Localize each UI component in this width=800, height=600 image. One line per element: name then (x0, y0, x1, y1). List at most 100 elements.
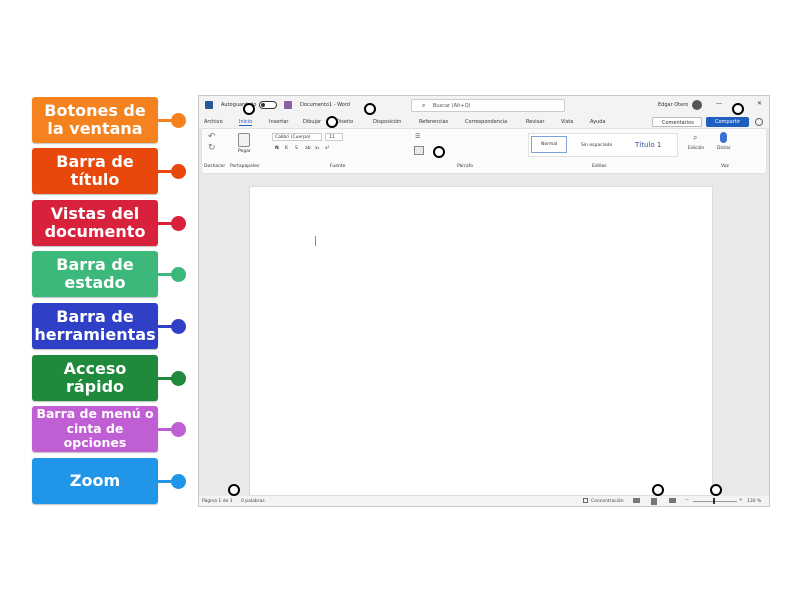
font-size-select[interactable]: 11 (325, 133, 343, 141)
label-dot[interactable] (171, 267, 186, 282)
style-option[interactable]: Título 1 (635, 141, 661, 149)
font-format-button[interactable]: N (275, 146, 279, 151)
label-dot[interactable] (171, 113, 186, 128)
answer-ring[interactable] (433, 146, 445, 158)
label-card[interactable]: Barra de herramientas (32, 303, 158, 349)
font-format-button[interactable]: x₂ (315, 146, 319, 151)
align-left-icon[interactable] (414, 146, 424, 155)
microphone-icon[interactable] (720, 132, 727, 143)
label-text: Zoom (69, 470, 121, 490)
search-placeholder: Buscar (Alt+Q) (433, 103, 471, 109)
avatar[interactable] (692, 100, 702, 110)
label-text: Barra de título (56, 151, 134, 189)
autosave-toggle[interactable] (259, 101, 277, 109)
document-page[interactable] (249, 186, 713, 496)
word-logo-icon (205, 101, 213, 109)
menu-tab[interactable]: Correspondencia (465, 119, 507, 125)
minimize-button[interactable]: — (716, 100, 722, 107)
label-card[interactable]: Botones de la ventana (32, 97, 158, 143)
answer-ring[interactable] (243, 103, 255, 115)
zoom-level[interactable]: 130 % (747, 499, 761, 504)
label-text: Barra de menú o cinta de opciones (36, 406, 154, 451)
comments-button[interactable]: Comentarios (652, 117, 702, 127)
font-format-button[interactable]: S (295, 146, 298, 151)
toggle-knob (261, 103, 265, 107)
styles-group-label: Estilos (592, 164, 607, 169)
read-mode-icon[interactable] (633, 498, 640, 503)
ribbon: ↶ ↻ Deshacer Pegar Portapapeles Calibri … (201, 128, 767, 174)
menu-tab[interactable]: Insertar (269, 119, 288, 125)
menu-tab[interactable]: Inicio (239, 119, 253, 126)
style-option[interactable]: Normal (531, 136, 568, 153)
menu-tab[interactable]: Referencias (419, 119, 448, 125)
label-dot[interactable] (171, 474, 186, 489)
style-option[interactable]: Sin espaciado (581, 143, 612, 148)
paste-icon[interactable] (238, 133, 250, 147)
label-text: Barra de estado (56, 254, 134, 292)
paragraph-group-label: Párrafo (457, 164, 473, 169)
zoom-slider-thumb[interactable] (713, 498, 715, 504)
answer-ring[interactable] (228, 484, 240, 496)
font-name-select[interactable]: Calibri (Cuerpo) (272, 133, 322, 141)
word-window: Autoguardado Documento1 - Word ⌕ Buscar … (198, 95, 770, 507)
label-card[interactable]: Zoom (32, 458, 158, 504)
search-icon: ⌕ (422, 102, 426, 109)
answer-ring[interactable] (652, 484, 664, 496)
menu-tab[interactable]: Ayuda (590, 119, 605, 125)
print-layout-icon[interactable] (651, 498, 657, 505)
text-cursor (315, 236, 316, 246)
label-card[interactable]: Vistas del documento (32, 200, 158, 246)
clipboard-group-label: Portapapeles (230, 164, 260, 169)
font-format-button[interactable]: ab (305, 146, 311, 151)
dictate-label[interactable]: Dictar (717, 146, 731, 151)
menu-bar: Comentarios Compartir Archivo Inicio Inser… (199, 116, 769, 128)
label-dot[interactable] (171, 319, 186, 334)
answer-ring[interactable] (732, 103, 744, 115)
answer-ring[interactable] (364, 103, 376, 115)
menu-tab[interactable]: Archivo (204, 119, 223, 125)
status-bar: Página 1 de 1 0 palabras Concentración −… (199, 496, 769, 506)
styles-gallery: Normal Sin espaciado Título 1 (528, 133, 678, 157)
zoom-out-icon[interactable]: − (685, 498, 689, 503)
label-card[interactable]: Barra de título (32, 148, 158, 194)
save-icon[interactable] (284, 101, 292, 109)
answer-ring[interactable] (710, 484, 722, 496)
answer-ring[interactable] (326, 116, 338, 128)
edit-label[interactable]: Edición (688, 146, 704, 151)
focus-icon[interactable] (583, 498, 588, 503)
word-count[interactable]: 0 palabras (241, 499, 265, 504)
label-card[interactable]: Barra de menú o cinta de opciones (32, 406, 158, 452)
menu-tab[interactable]: Dibujar (303, 119, 321, 125)
undo-icon[interactable]: ↶ (208, 132, 216, 142)
font-format-button[interactable]: x² (325, 146, 329, 151)
edit-icon[interactable]: ⌕ (693, 133, 697, 143)
zoom-in-icon[interactable]: + (739, 498, 743, 503)
comments-label: Comentarios (662, 120, 694, 126)
paste-label[interactable]: Pegar (238, 149, 251, 154)
label-card[interactable]: Acceso rápido (32, 355, 158, 401)
page-indicator[interactable]: Página 1 de 1 (202, 499, 233, 504)
label-dot[interactable] (171, 216, 186, 231)
label-card[interactable]: Barra de estado (32, 251, 158, 297)
font-format-button[interactable]: K (285, 146, 288, 151)
menu-tab[interactable]: Disposición (373, 119, 401, 125)
undo-group-label: Deshacer (204, 164, 226, 169)
zoom-slider[interactable] (693, 501, 737, 502)
label-dot[interactable] (171, 422, 186, 437)
label-dot[interactable] (171, 164, 186, 179)
redo-icon[interactable]: ↻ (208, 143, 216, 153)
menu-tab[interactable]: Diseño (336, 119, 353, 125)
document-area (199, 176, 769, 496)
menu-tab[interactable]: Vista (561, 119, 573, 125)
label-dot[interactable] (171, 371, 186, 386)
bullets-icon[interactable]: ☰ (415, 133, 420, 140)
web-layout-icon[interactable] (669, 498, 676, 503)
menu-tab[interactable]: Revisar (526, 119, 544, 125)
search-box[interactable]: ⌕ Buscar (Alt+Q) (411, 99, 565, 112)
font-name-value: Calibri (Cuerpo) (275, 135, 311, 140)
focus-label[interactable]: Concentración (591, 499, 624, 504)
share-button[interactable]: Compartir (706, 117, 749, 127)
smiley-icon[interactable] (755, 118, 763, 126)
label-text: Botones de la ventana (44, 100, 146, 138)
close-button[interactable]: ✕ (757, 100, 762, 107)
